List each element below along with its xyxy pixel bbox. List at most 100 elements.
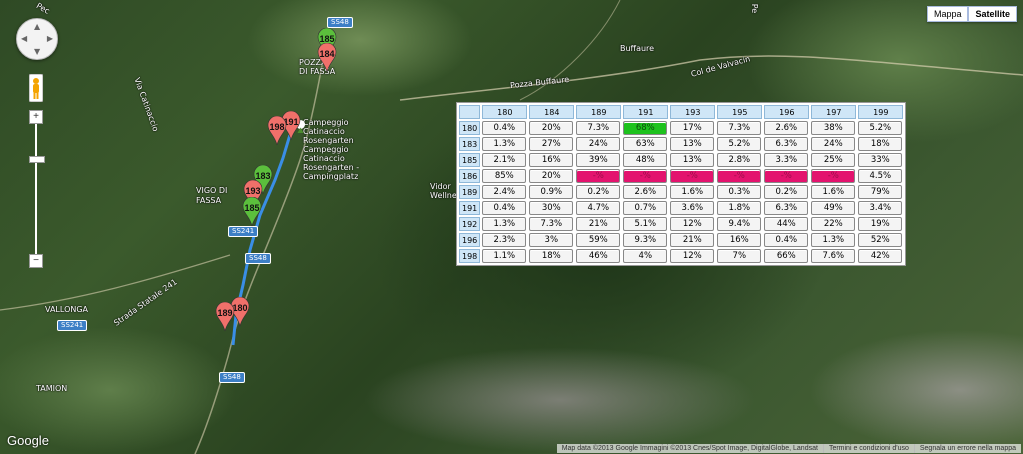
matrix-cell-button[interactable]: 6.3%	[764, 137, 809, 151]
matrix-cell-button[interactable]: 24%	[811, 137, 856, 151]
zoom-slider-track[interactable]	[35, 124, 37, 258]
matrix-cell-button[interactable]: 48%	[623, 153, 668, 167]
matrix-cell-button[interactable]: 1.6%	[811, 185, 856, 199]
zoom-out-button[interactable]: −	[29, 254, 43, 268]
matrix-cell-button[interactable]: 17%	[670, 121, 715, 135]
matrix-cell-button[interactable]: 1.1%	[482, 249, 527, 263]
matrix-cell-button[interactable]: 3.6%	[670, 201, 715, 215]
matrix-cell-button[interactable]: 2.3%	[482, 233, 527, 247]
matrix-cell-button[interactable]: 25%	[811, 153, 856, 167]
map-type-satellite-button[interactable]: Satellite	[968, 6, 1017, 22]
matrix-cell-button[interactable]: 13%	[670, 137, 715, 151]
matrix-cell-button[interactable]: 4.7%	[576, 201, 621, 215]
matrix-cell-button[interactable]: 30%	[529, 201, 574, 215]
matrix-cell-button[interactable]: 2.8%	[717, 153, 762, 167]
matrix-cell-button[interactable]: -%	[811, 169, 856, 183]
matrix-cell-button[interactable]: 66%	[764, 249, 809, 263]
matrix-cell-button[interactable]: -%	[717, 169, 762, 183]
matrix-cell-button[interactable]: 1.3%	[811, 233, 856, 247]
matrix-cell-button[interactable]: 0.9%	[529, 185, 574, 199]
matrix-cell-button[interactable]: 3.3%	[764, 153, 809, 167]
matrix-cell-button[interactable]: 2.4%	[482, 185, 527, 199]
matrix-cell-button[interactable]: 0.4%	[764, 233, 809, 247]
matrix-cell-button[interactable]: 59%	[576, 233, 621, 247]
matrix-cell-button[interactable]: 44%	[764, 217, 809, 231]
matrix-cell-button[interactable]: 20%	[529, 121, 574, 135]
marker-185-b[interactable]: 185	[242, 197, 262, 227]
matrix-cell-button[interactable]: 49%	[811, 201, 856, 215]
pan-control[interactable]: ▲ ▼ ◀ ▶	[16, 18, 58, 60]
matrix-cell-button[interactable]: 13%	[670, 153, 715, 167]
matrix-cell-button[interactable]: 0.4%	[482, 201, 527, 215]
matrix-cell-button[interactable]: 3%	[529, 233, 574, 247]
matrix-cell-button[interactable]: 4.5%	[858, 169, 903, 183]
matrix-cell-button[interactable]: 6.3%	[764, 201, 809, 215]
matrix-cell-button[interactable]: 27%	[529, 137, 574, 151]
matrix-cell-button[interactable]: 0.2%	[576, 185, 621, 199]
matrix-cell-button[interactable]: 16%	[717, 233, 762, 247]
matrix-cell-button[interactable]: 63%	[623, 137, 668, 151]
matrix-cell-button[interactable]: 5.2%	[717, 137, 762, 151]
matrix-cell-button[interactable]: 18%	[529, 249, 574, 263]
matrix-cell-button[interactable]: 4%	[623, 249, 668, 263]
marker-184[interactable]: 184	[317, 43, 337, 73]
matrix-cell-button[interactable]: -%	[576, 169, 621, 183]
matrix-cell-button[interactable]: 7.3%	[529, 217, 574, 231]
matrix-cell-button[interactable]: 46%	[576, 249, 621, 263]
matrix-cell-button[interactable]: 24%	[576, 137, 621, 151]
matrix-cell-button[interactable]: 0.7%	[623, 201, 668, 215]
matrix-cell-button[interactable]: 5.2%	[858, 121, 903, 135]
matrix-cell-button[interactable]: 12%	[670, 249, 715, 263]
matrix-cell-button[interactable]: 16%	[529, 153, 574, 167]
matrix-cell-button[interactable]: 52%	[858, 233, 903, 247]
matrix-cell-button[interactable]: 20%	[529, 169, 574, 183]
matrix-cell-button[interactable]: 0.2%	[764, 185, 809, 199]
matrix-cell-button[interactable]: 18%	[858, 137, 903, 151]
matrix-cell-button[interactable]: 12%	[670, 217, 715, 231]
matrix-cell-button[interactable]: 0.3%	[717, 185, 762, 199]
matrix-cell-button[interactable]: 79%	[858, 185, 903, 199]
report-error-link[interactable]: Segnala un errore nella mappa	[913, 444, 1021, 453]
matrix-cell-button[interactable]: 3.4%	[858, 201, 903, 215]
zoom-slider-thumb[interactable]	[29, 156, 45, 163]
terms-link[interactable]: Termini e condizioni d'uso	[822, 444, 914, 453]
pan-right-icon[interactable]: ▶	[47, 34, 53, 43]
matrix-cell-button[interactable]: 22%	[811, 217, 856, 231]
matrix-cell-button[interactable]: 39%	[576, 153, 621, 167]
matrix-cell-button[interactable]: 7.3%	[717, 121, 762, 135]
matrix-cell-button[interactable]: 1.8%	[717, 201, 762, 215]
marker-189[interactable]: 189	[215, 302, 235, 332]
matrix-cell-button[interactable]: 1.6%	[670, 185, 715, 199]
matrix-cell-button[interactable]: 19%	[858, 217, 903, 231]
matrix-cell-button[interactable]: 68%	[623, 121, 668, 135]
matrix-cell-button[interactable]: 5.1%	[623, 217, 668, 231]
marker-198[interactable]: 198	[267, 116, 287, 146]
satellite-map[interactable]: POZZA DI FASSA VIGO DI FASSA VALLONGA TA…	[0, 0, 1023, 454]
matrix-cell-button[interactable]: 1.3%	[482, 137, 527, 151]
pan-up-icon[interactable]: ▲	[34, 22, 40, 31]
matrix-cell-button[interactable]: -%	[764, 169, 809, 183]
matrix-cell-button[interactable]: 21%	[576, 217, 621, 231]
matrix-cell-button[interactable]: 7.3%	[576, 121, 621, 135]
matrix-cell-button[interactable]: 9.4%	[717, 217, 762, 231]
matrix-cell-button[interactable]: -%	[670, 169, 715, 183]
matrix-cell-button[interactable]: 1.3%	[482, 217, 527, 231]
matrix-cell-button[interactable]: 2.6%	[764, 121, 809, 135]
matrix-cell-button[interactable]: 9.3%	[623, 233, 668, 247]
matrix-cell-button[interactable]: 85%	[482, 169, 527, 183]
pan-left-icon[interactable]: ◀	[21, 34, 27, 43]
matrix-cell-button[interactable]: 42%	[858, 249, 903, 263]
matrix-cell-button[interactable]: 0.4%	[482, 121, 527, 135]
matrix-cell-button[interactable]: 33%	[858, 153, 903, 167]
matrix-cell-button[interactable]: 2.6%	[623, 185, 668, 199]
zoom-in-button[interactable]: +	[29, 110, 43, 124]
matrix-cell-button[interactable]: 21%	[670, 233, 715, 247]
street-view-pegman-icon[interactable]	[28, 73, 44, 103]
matrix-cell-button[interactable]: -%	[623, 169, 668, 183]
matrix-cell-button[interactable]: 7.6%	[811, 249, 856, 263]
matrix-cell-button[interactable]: 7%	[717, 249, 762, 263]
matrix-cell-button[interactable]: 38%	[811, 121, 856, 135]
matrix-cell-button[interactable]: 2.1%	[482, 153, 527, 167]
map-type-mappa-button[interactable]: Mappa	[926, 6, 969, 22]
pan-down-icon[interactable]: ▼	[34, 47, 40, 56]
